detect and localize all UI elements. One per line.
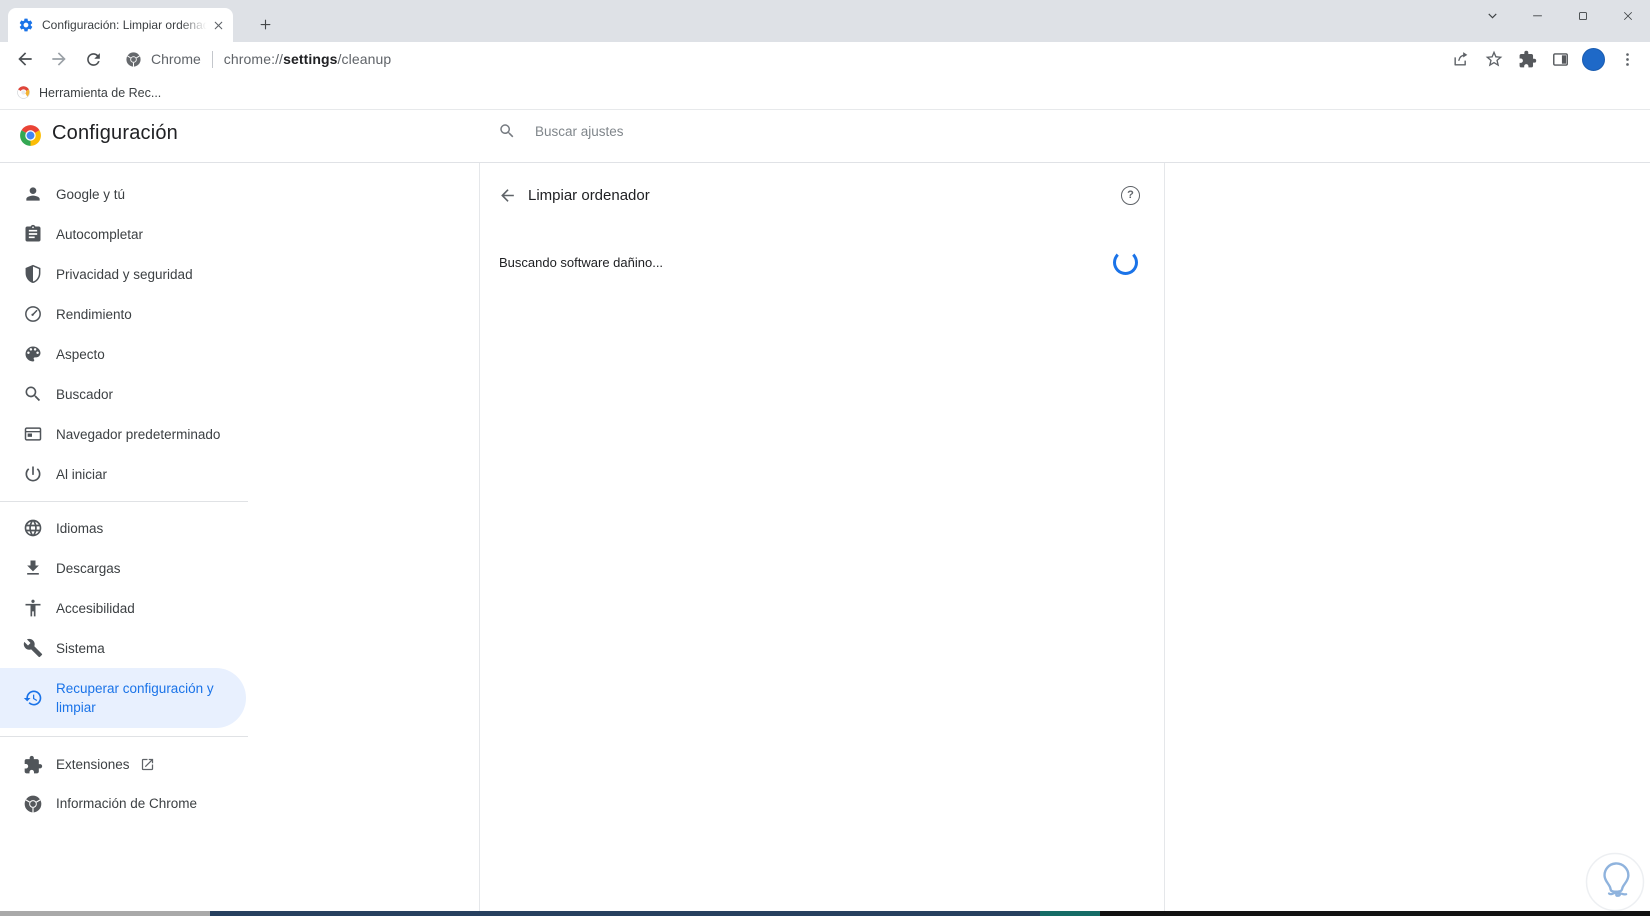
sidebar-item-buscador[interactable]: Buscador: [0, 374, 246, 414]
bookmark-label: Herramienta de Rec...: [39, 85, 162, 100]
bookmark-item[interactable]: Herramienta de Rec...: [16, 85, 161, 100]
bookmark-favicon: [16, 85, 31, 100]
cleanup-subpage: Limpiar ordenador ? Buscando software da…: [479, 163, 1165, 911]
sidebar-item-label: Buscador: [56, 386, 114, 402]
url-path: /cleanup: [337, 51, 392, 67]
tab-title: Configuración: Limpiar ordenador: [42, 18, 210, 32]
settings-header: Configuración: [0, 110, 1650, 163]
chrome-logo-icon: [18, 123, 43, 148]
sidebar-item-rendimiento[interactable]: Rendimiento: [0, 294, 246, 334]
sidebar-item-label: Extensiones: [56, 757, 130, 772]
browser-toolbar: Chrome chrome://settings/cleanup: [0, 42, 1650, 76]
external-link-icon: [140, 757, 155, 772]
sidebar-item-label: Idiomas: [56, 520, 104, 536]
sidebar-item-label: Descargas: [56, 560, 121, 576]
url-host: settings: [283, 51, 338, 67]
help-icon[interactable]: ?: [1121, 185, 1140, 205]
reload-icon[interactable]: [81, 47, 105, 71]
puzzle-icon: [23, 755, 43, 775]
shield-icon: [23, 264, 43, 284]
sidebar-item-label: Aspecto: [56, 346, 105, 362]
sidebar-item-label: Recuperar configuración y limpiar: [56, 681, 214, 715]
autofill-clipboard-icon: [23, 224, 43, 244]
tab-search-chevron-icon[interactable]: [1470, 0, 1515, 31]
accessibility-icon: [23, 598, 43, 618]
sidebar-item-navegador-predeterminado[interactable]: Navegador predeterminado: [0, 414, 246, 454]
settings-gear-favicon: [18, 17, 34, 33]
download-icon: [23, 558, 43, 578]
url-scheme: chrome://: [223, 51, 284, 67]
sidebar-item-label: Google y tú: [56, 186, 126, 202]
person-icon: [23, 184, 43, 204]
sidebar-item-sistema[interactable]: Sistema: [0, 628, 246, 668]
chrome-logo-icon: [23, 794, 43, 814]
sidebar-item-label: Rendimiento: [56, 306, 132, 322]
sidebar-item-label: Autocompletar: [56, 226, 144, 242]
minimize-button[interactable]: [1515, 0, 1560, 31]
sidebar-item-recuperar-y-limpiar[interactable]: Recuperar configuración y limpiar: [0, 668, 246, 728]
wrench-icon: [23, 638, 43, 658]
power-icon: [23, 464, 43, 484]
omnibox-divider: [211, 50, 213, 68]
chrome-grey-logo-icon: [125, 51, 142, 68]
omnibox-product-label: Chrome: [151, 51, 201, 67]
search-icon: [498, 122, 516, 140]
sidebar-item-label: Sistema: [56, 640, 105, 656]
palette-icon: [23, 344, 43, 364]
sidebar-item-privacidad[interactable]: Privacidad y seguridad: [0, 254, 246, 294]
toolbar-right-icons: [1450, 47, 1650, 71]
sidebar-item-aspecto[interactable]: Aspecto: [0, 334, 246, 374]
sidebar-divider: [0, 500, 248, 502]
sidebar-item-idiomas[interactable]: Idiomas: [0, 508, 246, 548]
settings-search[interactable]: [498, 122, 797, 140]
sidebar-item-informacion-de-chrome[interactable]: Información de Chrome: [0, 784, 246, 823]
loading-spinner: [1113, 250, 1138, 275]
bulb-watermark-icon: [1585, 852, 1645, 912]
forward-icon[interactable]: [47, 47, 71, 71]
tab-strip: Configuración: Limpiar ordenador: [0, 0, 1650, 42]
bookmarks-bar: Herramienta de Rec...: [0, 76, 1650, 110]
taskbar-edge: [0, 911, 1650, 916]
bookmark-star-icon[interactable]: [1483, 48, 1505, 70]
sidebar-item-autocompletar[interactable]: Autocompletar: [0, 214, 246, 254]
share-icon[interactable]: [1450, 48, 1472, 70]
subpage-title: Limpiar ordenador: [528, 186, 650, 204]
maximize-button[interactable]: [1560, 0, 1605, 31]
subpage-header: Limpiar ordenador ?: [480, 163, 1164, 227]
tab-close-icon[interactable]: [210, 17, 227, 34]
sidebar-item-label: Accesibilidad: [56, 600, 135, 616]
extensions-puzzle-icon[interactable]: [1516, 48, 1538, 70]
sidebar-item-label: Información de Chrome: [56, 796, 198, 811]
sidebar-item-al-iniciar[interactable]: Al iniciar: [0, 454, 246, 494]
sidebar-item-label: Al iniciar: [56, 466, 108, 482]
browser-menu-dots-icon[interactable]: [1616, 48, 1638, 70]
sidebar-item-google-y-tu[interactable]: Google y tú: [0, 174, 246, 214]
history-icon: [23, 688, 43, 708]
back-arrow-icon[interactable]: [498, 186, 517, 205]
sidebar-item-descargas[interactable]: Descargas: [0, 548, 246, 588]
settings-sidebar: Google y tú Autocompletar Privacidad y s…: [0, 174, 250, 823]
search-input[interactable]: [533, 122, 797, 140]
new-tab-button[interactable]: [252, 11, 278, 37]
profile-avatar[interactable]: [1582, 47, 1605, 71]
side-panel-icon[interactable]: [1549, 48, 1571, 70]
speedometer-icon: [23, 304, 43, 324]
back-icon[interactable]: [13, 47, 37, 71]
sidebar-item-accesibilidad[interactable]: Accesibilidad: [0, 588, 246, 628]
omnibox-url[interactable]: chrome://settings/cleanup: [224, 51, 391, 67]
close-window-button[interactable]: [1605, 0, 1650, 31]
sidebar-item-label: Privacidad y seguridad: [56, 266, 193, 282]
browser-window-icon: [23, 424, 43, 444]
sidebar-item-label: Navegador predeterminado: [56, 426, 221, 442]
page-title: Configuración: [52, 122, 179, 144]
search-icon: [23, 384, 43, 404]
scan-status-text: Buscando software dañino...: [499, 255, 664, 270]
sidebar-divider: [0, 736, 248, 737]
globe-icon: [23, 518, 43, 538]
window-controls: [1470, 0, 1650, 31]
browser-tab[interactable]: Configuración: Limpiar ordenador: [8, 8, 233, 42]
sidebar-item-extensiones[interactable]: Extensiones: [0, 745, 246, 784]
